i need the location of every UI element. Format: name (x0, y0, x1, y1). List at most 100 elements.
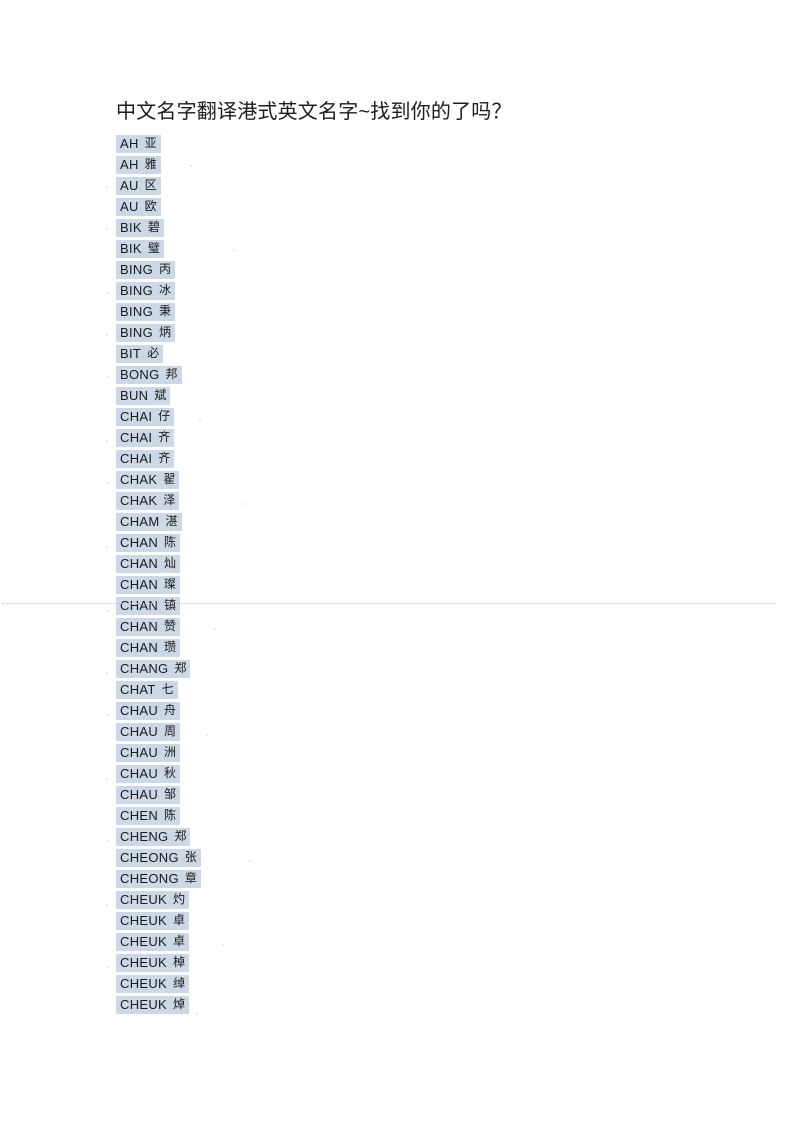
list-item: CHAI 齐 (116, 449, 736, 470)
romanized-name: BIT (120, 346, 142, 362)
name-entry-highlight: BING 秉 (116, 303, 175, 321)
chinese-character: 湛 (165, 514, 178, 529)
name-entry-highlight: CHEUK 卓 (116, 933, 190, 951)
document-page: 中文名字翻译港式英文名字~找到你的了吗？ AH 亚 AH 雅 AU 区 AU 欧 BIK 碧 BIK… (0, 0, 800, 1132)
romanized-name: AU (120, 199, 139, 215)
romanized-name: CHAU (120, 766, 159, 782)
chinese-character: 斌 (154, 388, 167, 403)
chinese-character: 翟 (163, 472, 176, 487)
chinese-character: 郑 (174, 829, 187, 844)
name-entry-highlight: AH 亚 (116, 135, 161, 153)
romanized-name: CHAN (120, 619, 159, 635)
name-entry-highlight: CHAK 翟 (116, 471, 180, 489)
chinese-character: 齐 (158, 430, 171, 445)
scan-artifact (106, 904, 108, 906)
romanized-name: BING (120, 262, 153, 278)
name-entry-highlight: BIT 必 (116, 345, 164, 363)
name-entry-highlight: CHAU 舟 (116, 702, 181, 720)
list-item: CHAI 仔 (116, 407, 736, 428)
chinese-character: 焯 (173, 997, 186, 1012)
name-entry-highlight: CHAI 齐 (116, 429, 175, 447)
chinese-character: 镇 (164, 598, 177, 613)
scan-artifact (107, 714, 109, 716)
list-item: CHAN 璨 (116, 575, 736, 596)
list-item: BUN 斌 (116, 386, 736, 407)
list-item: BING 冰 (116, 281, 736, 302)
chinese-character: 张 (184, 850, 197, 865)
name-entry-highlight: CHEUK 绰 (116, 975, 190, 993)
list-item: CHEUK 绰 (116, 974, 736, 995)
page-title: 中文名字翻译港式英文名字~找到你的了吗？ (116, 101, 512, 123)
name-entry-highlight: CHENG 郑 (116, 828, 191, 846)
scan-artifact (106, 186, 108, 188)
name-entry-highlight: CHEN 陈 (116, 807, 181, 825)
chinese-character: 欧 (144, 199, 157, 214)
romanized-name: AH (120, 157, 139, 173)
name-entry-highlight: CHAK 泽 (116, 492, 180, 510)
list-item: CHEUK 卓 (116, 911, 736, 932)
list-item: BONG 邦 (116, 365, 736, 386)
list-item: CHAU 洲 (116, 743, 736, 764)
romanized-name: BING (120, 325, 153, 341)
romanized-name: BIK (120, 220, 142, 236)
name-entry-highlight: CHEUK 棹 (116, 954, 190, 972)
chinese-character: 绰 (173, 976, 186, 991)
romanized-name: CHEN (120, 808, 159, 824)
list-item: AU 欧 (116, 197, 736, 218)
name-entry-highlight: AU 区 (116, 177, 161, 195)
chinese-character: 卓 (173, 913, 186, 928)
name-entry-highlight: CHAU 周 (116, 723, 181, 741)
name-entry-highlight: CHAI 齐 (116, 450, 175, 468)
romanized-name: CHAN (120, 598, 159, 614)
chinese-character: 必 (147, 346, 160, 361)
list-item: CHENG 郑 (116, 827, 736, 848)
list-item: CHAU 秋 (116, 764, 736, 785)
chinese-character: 雅 (144, 157, 157, 172)
name-entry-highlight: CHANG 郑 (116, 660, 191, 678)
scan-artifact (107, 292, 109, 294)
romanized-name: CHAN (120, 535, 159, 551)
list-item: CHAT 七 (116, 680, 736, 701)
chinese-character: 卓 (173, 934, 186, 949)
name-entry-highlight: AH 雅 (116, 156, 161, 174)
romanized-name: AH (120, 136, 139, 152)
chinese-character: 灿 (164, 556, 177, 571)
chinese-character: 周 (164, 724, 177, 739)
list-item: CHEONG 张 (116, 848, 736, 869)
romanized-name: CHAN (120, 556, 159, 572)
name-entry-highlight: CHAN 镇 (116, 597, 181, 615)
list-item: CHAU 邹 (116, 785, 736, 806)
romanized-name: CHEUK (120, 997, 168, 1013)
chinese-character: 璨 (164, 577, 177, 592)
romanized-name: CHEUK (120, 892, 168, 908)
scan-artifact (107, 610, 109, 612)
list-item: CHAN 陈 (116, 533, 736, 554)
romanized-name: CHAK (120, 472, 158, 488)
scan-artifact (107, 840, 109, 842)
romanized-name: CHAU (120, 787, 159, 803)
name-entry-highlight: CHAN 赞 (116, 618, 181, 636)
name-entry-highlight: CHAN 璨 (116, 576, 181, 594)
name-entry-highlight: CHEONG 章 (116, 870, 201, 888)
romanized-name: CHAK (120, 493, 158, 509)
romanized-name: BUN (120, 388, 149, 404)
list-item: CHAK 翟 (116, 470, 736, 491)
romanized-name: CHAU (120, 703, 159, 719)
scan-artifact (107, 482, 109, 484)
name-entry-highlight: CHEUK 焯 (116, 996, 190, 1014)
chinese-character: 丙 (158, 262, 171, 277)
list-item: CHEN 陈 (116, 806, 736, 827)
romanized-name: AU (120, 178, 139, 194)
scan-artifact (106, 334, 108, 336)
list-item: CHEUK 卓 (116, 932, 736, 953)
list-item: CHAN 赞 (116, 617, 736, 638)
list-item: CHEONG 章 (116, 869, 736, 890)
scan-artifact (107, 966, 109, 968)
chinese-character: 炳 (158, 325, 171, 340)
romanized-name: CHEUK (120, 955, 168, 971)
list-item: CHAN 瓒 (116, 638, 736, 659)
romanized-name: CHENG (120, 829, 169, 845)
romanized-name: BONG (120, 367, 160, 383)
name-entry-highlight: BIK 璧 (116, 240, 164, 258)
list-item: BIK 碧 (116, 218, 736, 239)
